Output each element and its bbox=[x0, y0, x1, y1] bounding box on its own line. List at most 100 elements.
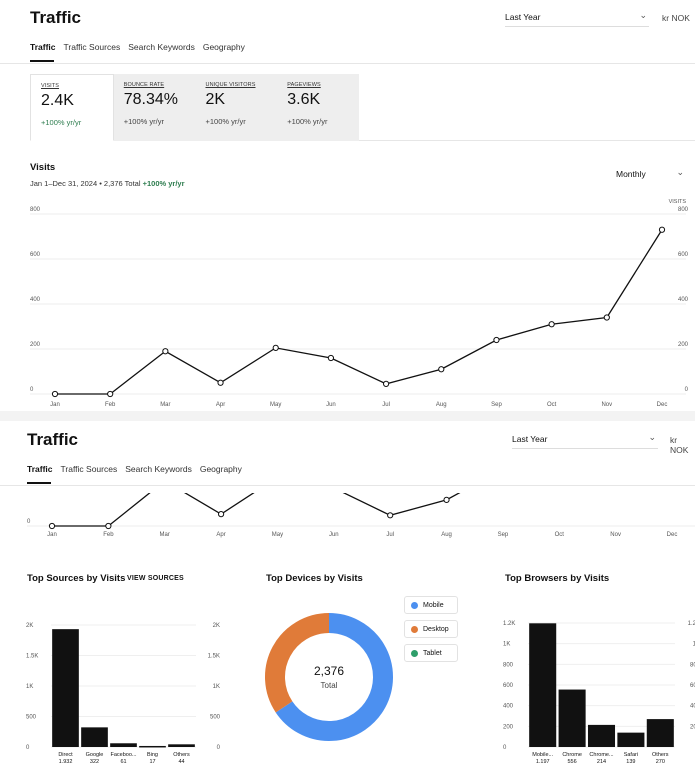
y-tick-label-left: 0 bbox=[30, 387, 34, 393]
legend-item-tablet[interactable]: Tablet bbox=[404, 644, 458, 662]
y-tick-label-right: 1.2K bbox=[688, 621, 695, 627]
bar-3 bbox=[139, 745, 166, 748]
bar-value-label: 322 bbox=[90, 759, 99, 763]
bar-0 bbox=[52, 629, 79, 747]
bar-value-label: 270 bbox=[656, 759, 665, 763]
x-tick-label: Jul bbox=[386, 532, 394, 538]
y-tick-label-right: 200 bbox=[678, 342, 689, 348]
x-tick-label: Jul bbox=[382, 402, 390, 408]
legend-label: Mobile bbox=[423, 601, 444, 609]
top-browsers-bar-chart: 002002004004006006008008001K1K1.2K1.2KMo… bbox=[503, 621, 695, 763]
screenshot-separator bbox=[0, 411, 695, 421]
bar-0 bbox=[529, 623, 557, 747]
bar-value-label: 1,197 bbox=[536, 759, 550, 763]
bar-value-label: 1,932 bbox=[59, 759, 73, 763]
category-label: Mobile... bbox=[532, 752, 553, 758]
y-tick-label-left: 0 bbox=[26, 745, 30, 751]
y-tick-label-left: 0 bbox=[503, 745, 507, 751]
traffic-overview-panel: Traffic Last Year ⌄ kr NOK Traffic Traff… bbox=[0, 0, 695, 411]
x-tick-label: Jun bbox=[326, 402, 336, 408]
x-tick-label: Mar bbox=[160, 402, 170, 408]
bar-value-label: 556 bbox=[568, 759, 577, 763]
visits-point-aug bbox=[438, 366, 445, 373]
x-tick-label: May bbox=[270, 402, 281, 408]
legend-dot-icon bbox=[411, 625, 418, 633]
x-tick-label: Nov bbox=[601, 402, 612, 408]
y-tick-label-left: 500 bbox=[26, 715, 37, 721]
x-tick-label: Jan bbox=[50, 402, 60, 408]
top-sources-bar-chart: 0 0 500 500 1K 1K 1.5K 1.5K 2K 2K Direct1,932 Googl… bbox=[26, 623, 221, 763]
bar-value-label: 61 bbox=[120, 759, 126, 763]
visits-series-line bbox=[55, 229, 663, 395]
y-tick-label-right: 1.5K bbox=[208, 654, 220, 660]
visits-point-nov bbox=[603, 314, 610, 321]
legend-dot-icon bbox=[411, 601, 418, 609]
x-tick-label: Feb bbox=[103, 532, 114, 538]
category-label: Safari bbox=[624, 752, 638, 758]
legend-item-mobile[interactable]: Mobile bbox=[404, 596, 458, 614]
visits-point-jan bbox=[51, 390, 59, 398]
legend-label: Desktop bbox=[423, 625, 449, 633]
y-tick-label-left: 600 bbox=[30, 252, 41, 258]
y-tick-label-right: 0 bbox=[685, 387, 689, 393]
y-tick-label-left: 400 bbox=[30, 297, 41, 303]
y-tick-label-left: 200 bbox=[503, 724, 514, 730]
visits-point-jul bbox=[382, 380, 390, 387]
visits-point-dec bbox=[658, 226, 666, 233]
visits-line-chart: VISITS 0 0 200 200 400 400 600 600 800 800 Jan Feb M… bbox=[30, 199, 689, 408]
category-label: Direct bbox=[58, 752, 73, 758]
bar-2 bbox=[110, 743, 137, 747]
y-tick-label-right: 1K bbox=[213, 684, 220, 690]
legend-label: Tablet bbox=[423, 649, 442, 657]
visits-line-chart-scrolled: 0 Jan Feb Mar Apr May Jun Jul Aug Sep Oct Nov Dec bbox=[27, 493, 695, 538]
legend-item-desktop[interactable]: Desktop bbox=[404, 620, 458, 638]
category-label: Others bbox=[173, 752, 190, 758]
view-sources-link[interactable]: VIEW SOURCES bbox=[127, 575, 184, 582]
x-tick-label: May bbox=[272, 532, 283, 538]
visits-point-may bbox=[272, 344, 279, 351]
bar-value-label: 17 bbox=[149, 759, 155, 763]
visits-series-line bbox=[52, 493, 461, 527]
y-tick-label-left: 600 bbox=[503, 683, 514, 689]
visits-point-apr bbox=[217, 379, 224, 386]
visits-point-jul bbox=[387, 512, 394, 519]
y-tick-label-right: 800 bbox=[690, 662, 695, 668]
bar-3 bbox=[617, 732, 645, 747]
top-devices-donut-chart: 2,376 Total bbox=[265, 613, 393, 741]
visits-point-feb bbox=[107, 390, 114, 398]
right-axis-label: VISITS bbox=[669, 199, 687, 205]
bar-1 bbox=[81, 727, 108, 747]
y-tick-label-left: 1K bbox=[26, 684, 33, 690]
visits-point-jan bbox=[48, 522, 56, 530]
category-label: Bing bbox=[147, 752, 158, 758]
x-tick-label: Sep bbox=[491, 402, 502, 408]
x-tick-label: Nov bbox=[610, 532, 621, 538]
visits-point-apr bbox=[217, 511, 225, 518]
clipped-series-group bbox=[48, 493, 461, 530]
x-tick-label: Jan bbox=[47, 532, 57, 538]
bar-value-label: 139 bbox=[626, 759, 635, 763]
y-tick-label-left: 400 bbox=[503, 704, 514, 710]
category-label: Google bbox=[86, 752, 104, 758]
y-tick-label-right: 600 bbox=[690, 683, 695, 689]
visits-point-oct bbox=[548, 321, 555, 328]
y-tick-label-left: 800 bbox=[30, 207, 41, 213]
visits-point-aug bbox=[443, 496, 450, 503]
visits-point-mar bbox=[162, 348, 169, 355]
y-tick-label-left: 200 bbox=[30, 342, 41, 348]
traffic-breakdown-panel: Traffic Last Year ⌄ kr NOK Traffic Traff… bbox=[0, 421, 695, 774]
y-tick-label-left: 1.2K bbox=[503, 621, 515, 627]
visits-point-jun bbox=[327, 354, 335, 362]
x-tick-label: Dec bbox=[667, 532, 678, 538]
x-tick-label: Apr bbox=[216, 532, 225, 538]
x-tick-label: Jun bbox=[329, 532, 339, 538]
category-label: Chrome... bbox=[589, 752, 614, 758]
bar-1 bbox=[558, 689, 586, 747]
x-tick-label: Apr bbox=[216, 402, 225, 408]
x-tick-label: Dec bbox=[657, 402, 668, 408]
top-sources-title: Top Sources by Visits bbox=[27, 573, 126, 584]
x-tick-label: Oct bbox=[547, 402, 557, 408]
y-tick-label-left: 0 bbox=[27, 519, 31, 525]
x-tick-label: Aug bbox=[441, 532, 452, 538]
category-label: Others bbox=[652, 752, 669, 758]
